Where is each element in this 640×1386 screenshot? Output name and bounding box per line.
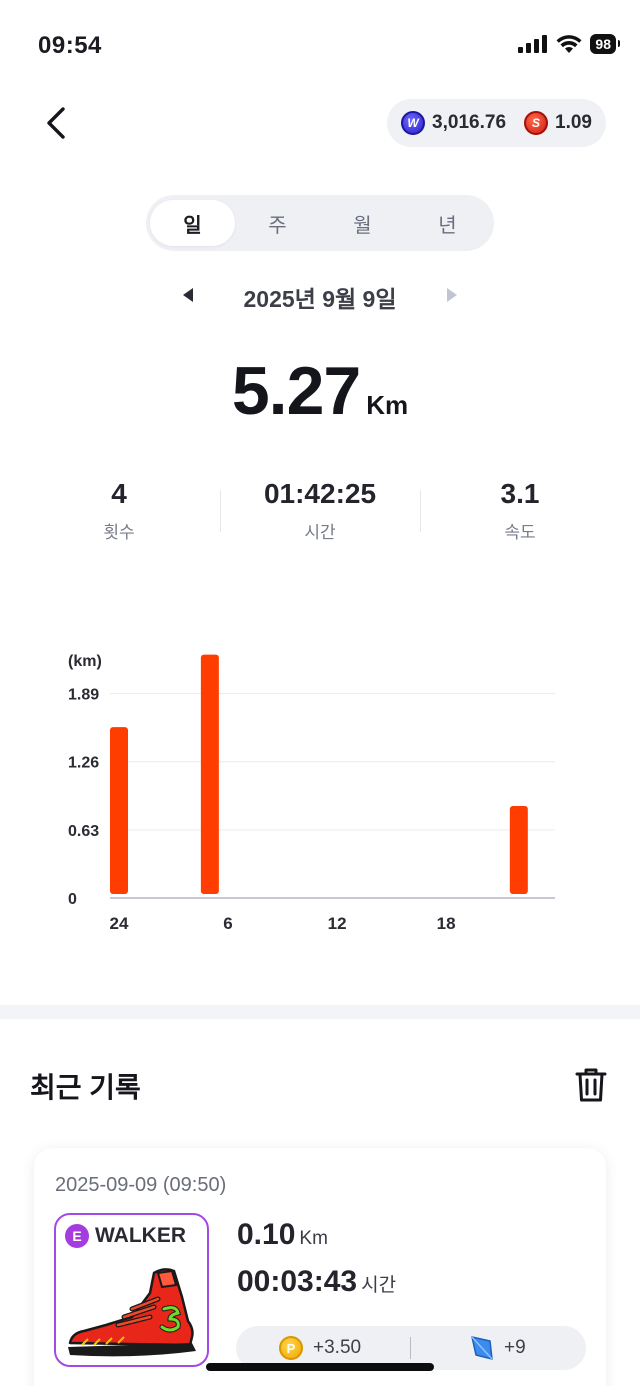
currency-balance[interactable]: W 3,016.76 S 1.09 xyxy=(387,99,606,147)
total-distance-unit: Km xyxy=(366,390,409,420)
status-bar: 09:54 98 xyxy=(0,0,640,90)
status-time: 09:54 xyxy=(38,32,102,59)
record-card[interactable]: 2025-09-09 (09:50) E WALKER 0.10 Km 00:03… xyxy=(34,1148,606,1386)
stat-speed: 3.1 속도 xyxy=(420,478,620,543)
total-distance: 5.27 Km xyxy=(0,352,640,430)
y-axis-label: (km) xyxy=(68,653,102,670)
section-divider xyxy=(0,1005,640,1019)
blue-gem-icon xyxy=(471,1336,493,1360)
date-navigator: 2025년 9월 9일 xyxy=(0,277,640,313)
delete-records-button[interactable] xyxy=(571,1064,611,1106)
stat-time-value: 01:42:25 xyxy=(263,478,377,509)
x-tick-label: 24 xyxy=(110,914,129,933)
cellular-signal-icon xyxy=(518,35,548,53)
w-coin-icon: W xyxy=(401,111,426,135)
tab-year[interactable]: 년 xyxy=(405,200,490,246)
back-button[interactable] xyxy=(36,100,76,146)
stat-count-label: 횟수 xyxy=(103,523,135,542)
tab-week[interactable]: 주 xyxy=(235,200,320,246)
x-tick-label: 6 xyxy=(223,914,232,933)
stats-row: 4 횟수 01:42:25 시간 3.1 속도 xyxy=(0,478,640,548)
stat-speed-label: 속도 xyxy=(504,523,536,542)
y-tick-label: 0 xyxy=(68,891,77,908)
distance-bar xyxy=(110,727,128,894)
record-duration-value: 00:03:43 xyxy=(237,1265,358,1298)
tab-month[interactable]: 월 xyxy=(320,200,405,246)
record-distance-value: 0.10 xyxy=(237,1218,296,1251)
triangle-right-icon xyxy=(447,288,457,302)
y-tick-label: 0.63 xyxy=(68,823,99,840)
stat-time-label: 시간 xyxy=(304,523,336,542)
previous-date-button[interactable] xyxy=(176,283,200,307)
shoe-card: E WALKER xyxy=(54,1213,209,1367)
x-tick-label: 18 xyxy=(437,914,456,933)
w-coin-value: 3,016.76 xyxy=(432,112,507,133)
p-coin-icon: P xyxy=(279,1336,303,1360)
hourly-distance-chart: (km) 0 0.63 1.26 1.89 24 6 12 18 xyxy=(0,640,640,950)
s-coin-value: 1.09 xyxy=(555,112,592,133)
bar-chart: (km) 0 0.63 1.26 1.89 24 6 12 18 xyxy=(68,653,555,933)
record-distance-unit: Km xyxy=(299,1228,328,1249)
stat-count-value: 4 xyxy=(111,478,127,509)
w-coin-balance: W 3,016.76 xyxy=(401,111,506,135)
wifi-icon xyxy=(556,34,582,53)
period-segmented-control: 일 주 월 년 xyxy=(146,195,494,251)
p-coin-reward-value: +3.50 xyxy=(313,1337,362,1358)
x-tick-label: 12 xyxy=(328,914,347,933)
triangle-left-icon xyxy=(183,288,193,302)
recent-records-title: 최근 기록 xyxy=(30,1072,141,1103)
trash-icon xyxy=(575,1068,607,1102)
gem-reward-value: +9 xyxy=(504,1337,526,1358)
chevron-left-icon xyxy=(47,107,65,139)
record-duration-unit: 시간 xyxy=(361,1275,397,1296)
y-tick-label: 1.89 xyxy=(68,687,99,704)
record-duration: 00:03:43 시간 xyxy=(237,1265,396,1299)
current-date: 2025년 9월 9일 xyxy=(243,286,397,312)
total-distance-value: 5.27 xyxy=(231,353,361,429)
s-coin-balance: S 1.09 xyxy=(524,111,592,135)
y-tick-label: 1.26 xyxy=(68,755,99,772)
stat-time: 01:42:25 시간 xyxy=(220,478,420,543)
shoe-grade-badge: E xyxy=(65,1224,89,1248)
battery-icon: 98 xyxy=(590,34,620,54)
distance-bar xyxy=(200,654,219,894)
stat-count: 4 횟수 xyxy=(19,478,219,543)
next-date-button[interactable] xyxy=(440,283,464,307)
record-datetime: 2025-09-09 (09:50) xyxy=(55,1174,227,1196)
gem-reward: +9 xyxy=(470,1326,526,1370)
status-icons: 98 xyxy=(518,34,620,54)
tab-day[interactable]: 일 xyxy=(150,200,235,246)
reward-divider xyxy=(410,1337,411,1359)
record-distance: 0.10 Km xyxy=(237,1218,328,1252)
sneaker-image xyxy=(68,1268,196,1357)
distance-bar xyxy=(509,806,528,894)
shoe-badge: E WALKER xyxy=(65,1224,186,1248)
shoe-type: WALKER xyxy=(95,1224,186,1247)
stat-speed-value: 3.1 xyxy=(500,478,540,509)
home-indicator xyxy=(206,1363,434,1371)
s-coin-icon: S xyxy=(524,111,549,135)
